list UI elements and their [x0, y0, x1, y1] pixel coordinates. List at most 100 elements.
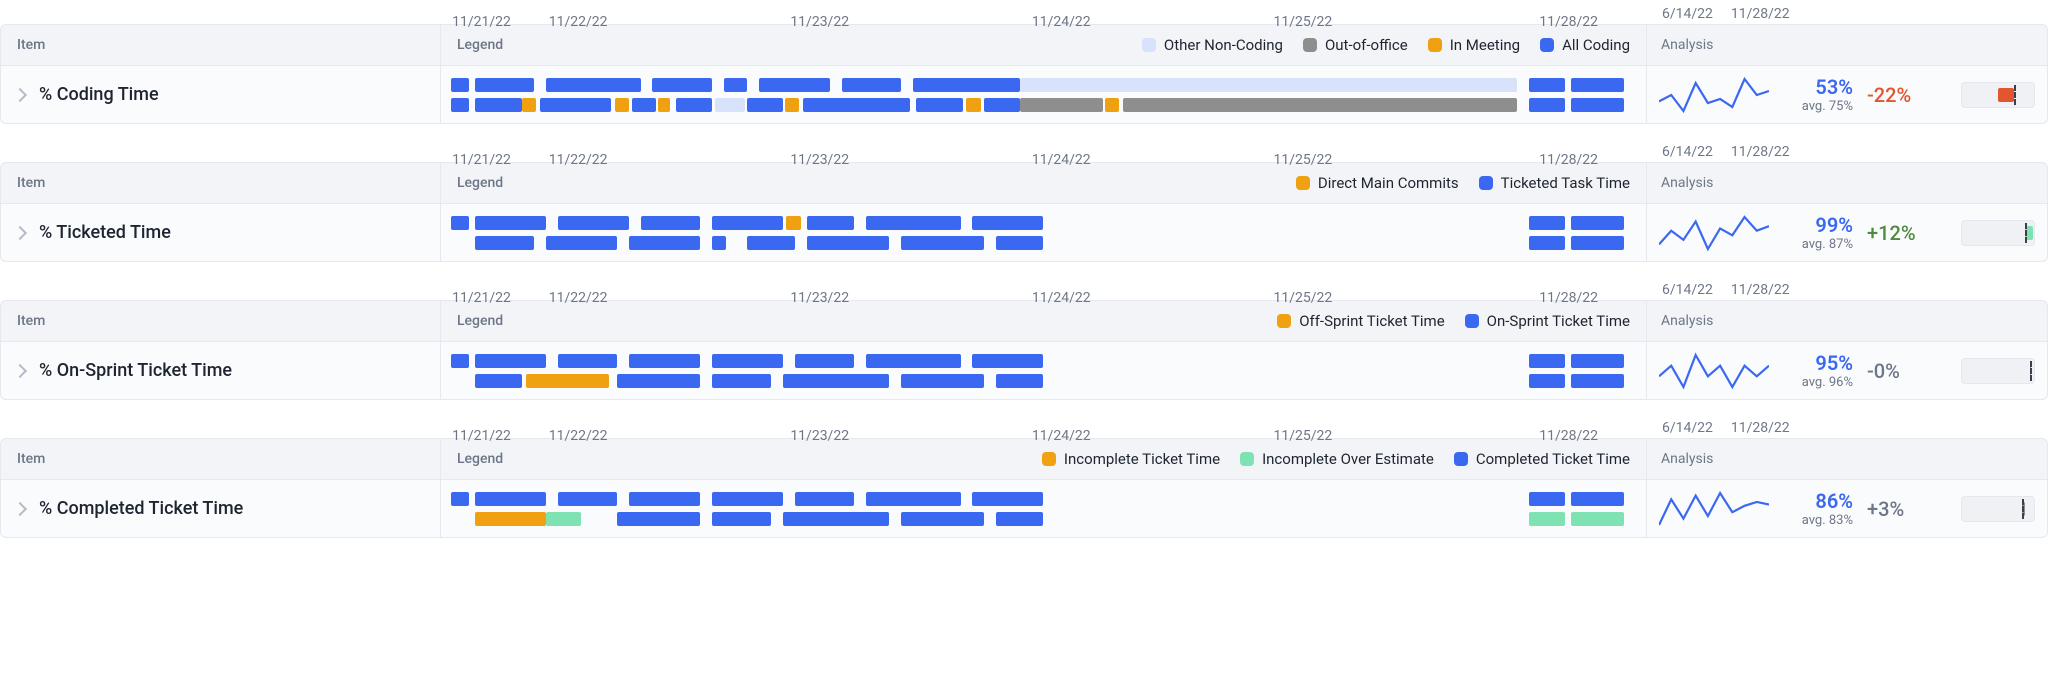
- expand-caret-icon[interactable]: [13, 363, 27, 377]
- legend-label: Other Non-Coding: [1164, 36, 1283, 54]
- sparkline[interactable]: [1659, 489, 1769, 529]
- current-percent: 99%: [1815, 213, 1853, 237]
- legend-item[interactable]: Completed Ticket Time: [1454, 450, 1630, 468]
- sparkline[interactable]: [1659, 213, 1769, 253]
- timeline-segment: [1529, 374, 1565, 388]
- legend-item[interactable]: Out-of-office: [1303, 36, 1408, 54]
- bullet-chart[interactable]: [1961, 220, 2035, 246]
- bullet-chart[interactable]: [1961, 496, 2035, 522]
- legend-item[interactable]: Incomplete Over Estimate: [1240, 450, 1434, 468]
- column-header-analysis: Analysis: [1647, 439, 2047, 479]
- activity-timeline[interactable]: [441, 480, 1647, 537]
- column-header-analysis: Analysis: [1647, 301, 2047, 341]
- timeline-tick: 11/28/22: [1539, 428, 1598, 444]
- timeline-segment: [522, 98, 536, 112]
- timeline-segment: [1123, 98, 1518, 112]
- timeline-segment: [996, 236, 1043, 250]
- column-header-legend: Legend: [457, 175, 503, 191]
- legend-item[interactable]: All Coding: [1540, 36, 1630, 54]
- timeline-segment: [632, 98, 656, 112]
- timeline-segment: [901, 512, 984, 526]
- column-header-legend: Legend: [457, 313, 503, 329]
- bullet-chart[interactable]: [1961, 82, 2035, 108]
- expand-caret-icon[interactable]: [13, 87, 27, 101]
- activity-timeline[interactable]: [441, 66, 1647, 123]
- average-percent: avg. 75%: [1802, 99, 1853, 114]
- legend-label: Completed Ticket Time: [1476, 450, 1630, 468]
- timeline-segment: [629, 236, 700, 250]
- legend-label: In Meeting: [1450, 36, 1520, 54]
- timeline-track: [451, 512, 1636, 526]
- column-header-item: Item: [1, 439, 441, 479]
- legend-item[interactable]: On-Sprint Ticket Time: [1465, 312, 1630, 330]
- timeline-segment: [475, 354, 546, 368]
- timeline-segment: [712, 374, 771, 388]
- legend-swatch-icon: [1296, 176, 1310, 190]
- timeline-segment: [807, 236, 890, 250]
- timeline-segment: [901, 236, 984, 250]
- analysis-stats: 99%avg. 87%: [1783, 213, 1853, 252]
- legend-item[interactable]: Direct Main Commits: [1296, 174, 1459, 192]
- timeline-tick: 11/28/22: [1539, 152, 1598, 168]
- analysis-range-date: 11/28/22: [1731, 420, 1790, 436]
- timeline-segment: [1571, 236, 1624, 250]
- metric-name[interactable]: % Coding Time: [39, 84, 159, 105]
- timeline-segment: [866, 216, 961, 230]
- timeline-segment: [1571, 216, 1624, 230]
- timeline-segment: [652, 78, 711, 92]
- legend-swatch-icon: [1277, 314, 1291, 328]
- date-axis: 11/21/2211/22/2211/23/2211/24/2211/25/22…: [0, 138, 2048, 162]
- timeline-segment: [1529, 354, 1565, 368]
- current-percent: 53%: [1815, 75, 1853, 99]
- column-header-item: Item: [1, 25, 441, 65]
- average-percent: avg. 96%: [1802, 375, 1853, 390]
- legend-item[interactable]: Ticketed Task Time: [1479, 174, 1630, 192]
- sparkline[interactable]: [1659, 351, 1769, 391]
- section-header: ItemLegendOther Non-CodingOut-of-officeI…: [0, 24, 2048, 66]
- timeline-tick: 11/21/22: [452, 290, 511, 306]
- timeline-segment: [786, 216, 800, 230]
- timeline-tick: 11/23/22: [790, 290, 849, 306]
- timeline-segment: [475, 512, 546, 526]
- sparkline[interactable]: [1659, 75, 1769, 115]
- timeline-segment: [712, 354, 783, 368]
- date-axis: 11/21/2211/22/2211/23/2211/24/2211/25/22…: [0, 414, 2048, 438]
- legend-item[interactable]: Other Non-Coding: [1142, 36, 1283, 54]
- timeline-segment: [759, 78, 830, 92]
- analysis-stats: 53%avg. 75%: [1783, 75, 1853, 114]
- analysis-range-date: 6/14/22: [1662, 282, 1713, 298]
- bullet-bar: [1998, 88, 2014, 102]
- section-header: ItemLegendOff-Sprint Ticket TimeOn-Sprin…: [0, 300, 2048, 342]
- legend-item[interactable]: Off-Sprint Ticket Time: [1277, 312, 1444, 330]
- legend-item[interactable]: Incomplete Ticket Time: [1042, 450, 1220, 468]
- metric-section-onsprint-time: 11/21/2211/22/2211/23/2211/24/2211/25/22…: [0, 276, 2048, 400]
- timeline-segment: [676, 98, 712, 112]
- expand-caret-icon[interactable]: [13, 501, 27, 515]
- timeline-segment: [803, 98, 910, 112]
- bullet-chart[interactable]: [1961, 358, 2035, 384]
- timeline-segment: [972, 216, 1043, 230]
- legend-swatch-icon: [1540, 38, 1554, 52]
- bullet-tick: [2022, 499, 2024, 519]
- current-percent: 95%: [1815, 351, 1853, 375]
- bullet-tick: [2014, 85, 2016, 105]
- column-header-analysis: Analysis: [1647, 25, 2047, 65]
- timeline-segment: [629, 492, 700, 506]
- metric-name[interactable]: % Ticketed Time: [39, 222, 171, 243]
- activity-timeline[interactable]: [441, 204, 1647, 261]
- timeline-track: [451, 236, 1636, 250]
- metric-name[interactable]: % Completed Ticket Time: [39, 498, 243, 519]
- timeline-segment: [715, 98, 745, 112]
- delta-percent: -22%: [1867, 83, 1929, 107]
- legend-swatch-icon: [1465, 314, 1479, 328]
- metric-name[interactable]: % On-Sprint Ticket Time: [39, 360, 232, 381]
- timeline-track: [451, 354, 1636, 368]
- expand-caret-icon[interactable]: [13, 225, 27, 239]
- activity-timeline[interactable]: [441, 342, 1647, 399]
- legend-item[interactable]: In Meeting: [1428, 36, 1520, 54]
- timeline-segment: [451, 354, 469, 368]
- timeline-segment: [451, 78, 469, 92]
- timeline-tick: 11/21/22: [452, 428, 511, 444]
- timeline-segment: [712, 492, 783, 506]
- timeline-segment: [641, 216, 700, 230]
